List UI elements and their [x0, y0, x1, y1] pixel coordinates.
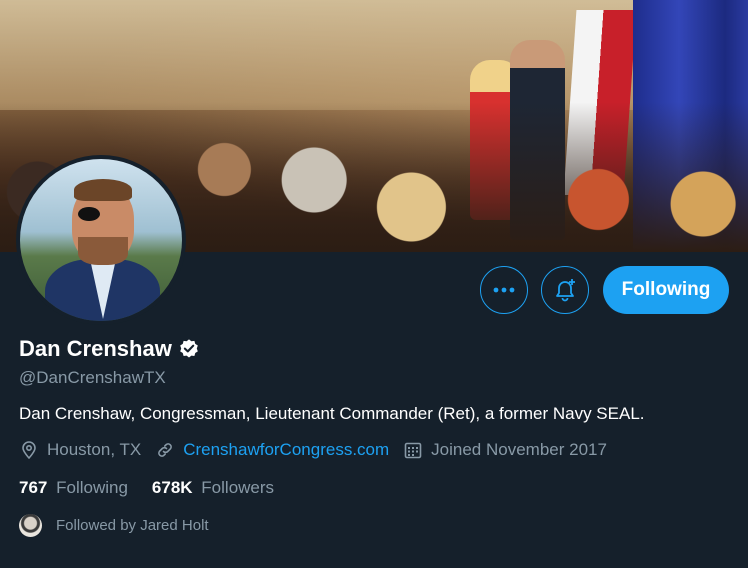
website-link[interactable]: CrenshawforCongress.com [183, 440, 389, 460]
followers-count: 678K [151, 478, 193, 497]
followers-label: Followers [201, 478, 275, 497]
more-icon [493, 287, 515, 293]
profile-bio: Dan Crenshaw, Congressman, Lieutenant Co… [19, 404, 645, 423]
website-item: CrenshawforCongress.com [155, 440, 389, 460]
following-count: 767 [19, 478, 48, 497]
avatar-beard [78, 237, 128, 265]
notification-bell-plus-icon [556, 279, 575, 302]
location-text: Houston, TX [47, 440, 142, 459]
following-stat[interactable]: 767 Following [19, 478, 128, 498]
profile-name: Dan Crenshaw [19, 336, 172, 361]
avatar-hair [74, 179, 132, 201]
more-options-button[interactable] [480, 266, 528, 314]
avatar-eyepatch [78, 207, 100, 221]
profile-name-row: Dan Crenshaw [19, 336, 200, 362]
followers-stat[interactable]: 678K Followers [152, 478, 274, 498]
avatar-photo [20, 159, 182, 321]
profile-stats: 767 Following 678K Followers [19, 478, 298, 498]
location-item: Houston, TX [19, 440, 141, 460]
location-icon [22, 441, 36, 460]
profile-meta: Houston, TX CrenshawforCongress.com Join… [19, 440, 621, 460]
followed-by-row[interactable]: Followed by Jared Holt [19, 514, 209, 537]
followed-by-text: Followed by Jared Holt [56, 517, 209, 534]
follower-avatar [19, 514, 42, 537]
following-label: Following [56, 478, 128, 497]
profile-handle: @DanCrenshawTX [19, 368, 166, 387]
profile-avatar[interactable] [16, 155, 186, 325]
calendar-icon [404, 442, 422, 459]
link-icon [158, 443, 173, 457]
joined-text: Joined November 2017 [431, 440, 607, 459]
notifications-button[interactable] [541, 266, 589, 314]
verified-badge-icon [180, 339, 198, 358]
joined-item: Joined November 2017 [403, 440, 607, 460]
following-button[interactable]: Following [603, 266, 729, 314]
